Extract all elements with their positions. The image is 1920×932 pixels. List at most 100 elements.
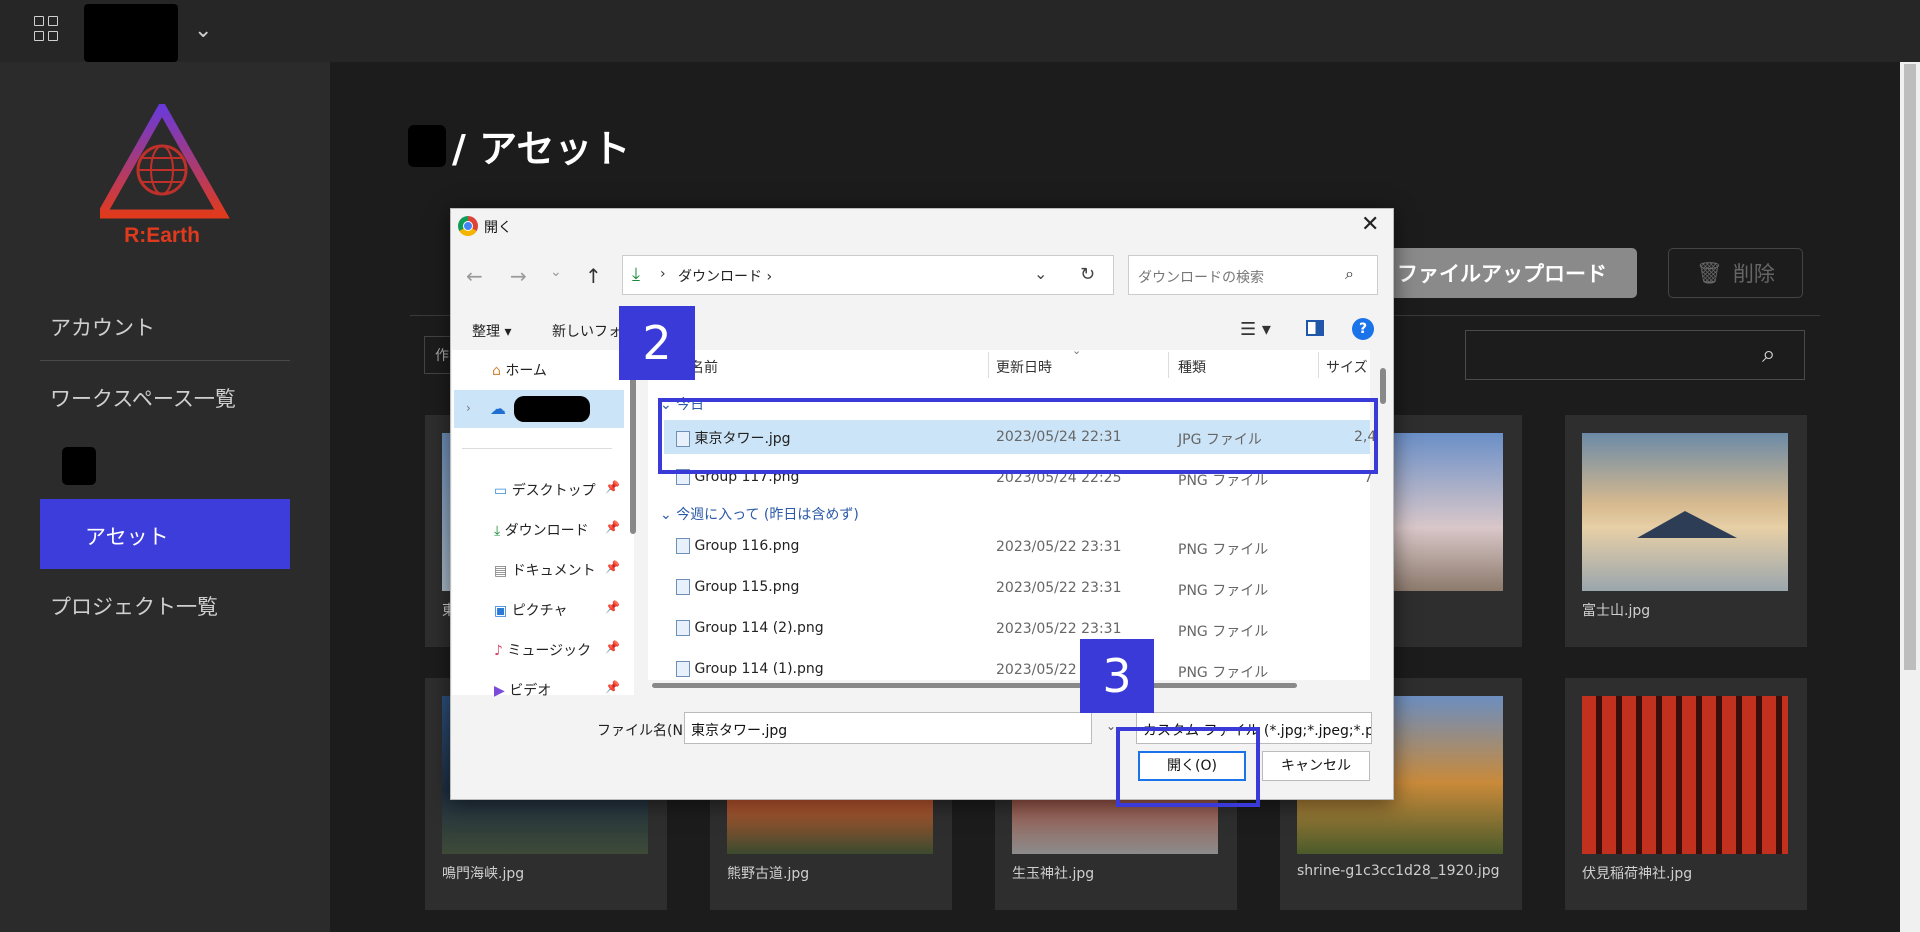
- sidebar-item-label: アセット: [85, 525, 169, 549]
- download-icon: ⤓: [494, 523, 501, 539]
- filename-input[interactable]: 東京タワー.jpg: [684, 712, 1092, 744]
- asset-thumbnail: [1582, 433, 1788, 591]
- cloud-icon: ☁: [490, 399, 506, 418]
- image-file-icon: [676, 579, 690, 595]
- column-separator[interactable]: [1318, 352, 1319, 378]
- image-file-icon: [676, 661, 690, 677]
- nav-item-desktop[interactable]: ▭ デスクトップ 📌: [494, 480, 620, 500]
- asset-caption: shrine-g1c3cc1d28_1920.jpg: [1297, 863, 1500, 879]
- column-separator[interactable]: [988, 352, 989, 378]
- step-badge-2: 2: [619, 306, 695, 380]
- nav-label: ピクチャ: [511, 603, 568, 619]
- pin-icon[interactable]: 📌: [605, 640, 620, 654]
- column-header-date[interactable]: 更新日時: [996, 357, 1052, 377]
- sidebar-item-assets[interactable]: アセット: [40, 499, 290, 569]
- dialog-search-placeholder: ダウンロードの検索: [1138, 270, 1264, 286]
- file-row[interactable]: Group 114 (2).png: [676, 620, 824, 636]
- forward-arrow-icon[interactable]: →: [510, 264, 527, 288]
- nav-label: ダウンロード: [504, 523, 589, 539]
- file-date: 2023/05/22: [996, 662, 1077, 678]
- nav-item-videos[interactable]: ▶ ビデオ 📌: [494, 680, 620, 700]
- workspace-selector[interactable]: [84, 4, 178, 62]
- apps-grid-icon[interactable]: [34, 16, 60, 42]
- column-header-size[interactable]: サイズ: [1326, 357, 1368, 377]
- file-date: 2023/05/22 23:31: [996, 539, 1122, 555]
- pin-icon[interactable]: 📌: [605, 520, 620, 534]
- back-arrow-icon[interactable]: ←: [466, 264, 483, 288]
- sidebar-item-projects[interactable]: プロジェクト一覧: [50, 591, 218, 621]
- address-separator: ›: [660, 266, 666, 282]
- reearth-logo: R:Earth: [100, 104, 230, 247]
- pin-icon[interactable]: 📌: [605, 600, 620, 614]
- page-scrollbar-thumb[interactable]: [1904, 64, 1916, 670]
- nav-label: デスクトップ: [511, 483, 596, 499]
- up-arrow-icon[interactable]: ↑: [585, 264, 602, 288]
- address-path[interactable]: ダウンロード ›: [678, 266, 772, 286]
- search-icon[interactable]: ⌕: [1762, 340, 1775, 368]
- file-type: PNG ファイル: [1178, 583, 1269, 599]
- asset-caption: 伏見稲荷神社.jpg: [1582, 866, 1693, 882]
- file-name: Group 115.png: [694, 579, 800, 595]
- refresh-icon[interactable]: ↻: [1080, 264, 1095, 285]
- pin-icon[interactable]: 📌: [605, 680, 620, 694]
- close-icon[interactable]: ✕: [1361, 212, 1379, 237]
- onedrive-account-label: [514, 396, 590, 422]
- picture-icon: ▣: [494, 603, 508, 619]
- step-badge-3: 3: [1080, 639, 1154, 713]
- asset-thumbnail: [1388, 433, 1503, 591]
- recent-chevron-icon[interactable]: ⌄: [550, 264, 562, 280]
- file-date: 2023/05/22 23:31: [996, 580, 1122, 596]
- file-row[interactable]: Group 116.png: [676, 538, 799, 554]
- expand-chevron-icon[interactable]: ›: [466, 401, 471, 415]
- column-separator[interactable]: [1168, 352, 1169, 378]
- nav-item-home[interactable]: ⌂ ホーム: [492, 360, 547, 380]
- sidebar-item-workspaces[interactable]: ワークスペース一覧: [50, 383, 236, 413]
- delete-button[interactable]: 🗑 削除: [1668, 248, 1803, 298]
- delete-label: 削除: [1732, 262, 1775, 286]
- file-row[interactable]: Group 115.png: [676, 579, 799, 595]
- nav-item-pictures[interactable]: ▣ ピクチャ 📌: [494, 600, 620, 620]
- file-type: PNG ファイル: [1178, 665, 1269, 681]
- group-label: 今週に入って (昨日は含めず): [676, 507, 859, 523]
- nav-item-music[interactable]: ♪ ミュージック 📌: [494, 640, 620, 660]
- file-upload-button[interactable]: ファイルアップロード: [1385, 248, 1637, 298]
- pin-icon[interactable]: 📌: [605, 480, 620, 494]
- view-options-icon[interactable]: ☰ ▾: [1240, 319, 1271, 340]
- file-name: Group 114 (1).png: [694, 661, 824, 677]
- download-icon: ⤓: [632, 264, 640, 285]
- asset-search-input[interactable]: [1465, 330, 1805, 380]
- horizontal-scrollbar[interactable]: [652, 683, 1297, 688]
- video-icon: ▶: [494, 683, 505, 699]
- group-header-this-week[interactable]: ⌄ 今週に入って (昨日は含めず): [660, 504, 859, 524]
- asset-card[interactable]: 富士山.jpg: [1565, 415, 1807, 647]
- chevron-down-icon[interactable]: ⌄: [1106, 719, 1116, 733]
- nav-item-downloads[interactable]: ⤓ ダウンロード 📌: [494, 520, 620, 540]
- asset-thumbnail: [1582, 696, 1788, 854]
- nav-label: ドキュメント: [511, 563, 596, 579]
- help-icon[interactable]: ?: [1352, 318, 1374, 340]
- cancel-button[interactable]: キャンセル: [1262, 751, 1370, 781]
- dialog-title: 開く: [484, 220, 512, 236]
- asset-card[interactable]: 伏見稲荷神社.jpg: [1565, 678, 1807, 910]
- workspace-avatar[interactable]: [62, 447, 96, 485]
- top-bar: [0, 0, 1920, 62]
- vertical-scrollbar[interactable]: [1380, 368, 1386, 404]
- sidebar-item-account[interactable]: アカウント: [50, 312, 155, 342]
- file-type: PNG ファイル: [1178, 624, 1269, 640]
- nav-item-documents[interactable]: ▤ ドキュメント 📌: [494, 560, 620, 580]
- pin-icon[interactable]: 📌: [605, 560, 620, 574]
- page-title: / アセット: [452, 127, 631, 171]
- preview-pane-icon[interactable]: [1306, 320, 1324, 336]
- asset-caption: 熊野古道.jpg: [727, 866, 810, 882]
- search-icon[interactable]: ⌕: [1345, 264, 1354, 284]
- image-file-icon: [676, 538, 690, 554]
- file-name: Group 116.png: [694, 538, 800, 554]
- address-chevron-icon[interactable]: ⌄: [1034, 264, 1047, 283]
- asset-caption: 富士山.jpg: [1582, 603, 1651, 619]
- file-row[interactable]: Group 114 (1).png: [676, 661, 824, 677]
- organize-menu[interactable]: 整理 ▾: [472, 321, 511, 341]
- asset-caption: 生玉神社.jpg: [1012, 866, 1095, 882]
- chevron-down-icon[interactable]: ⌄: [194, 18, 212, 43]
- callout-highlight-file: [658, 398, 1378, 474]
- column-header-type[interactable]: 種類: [1178, 357, 1206, 377]
